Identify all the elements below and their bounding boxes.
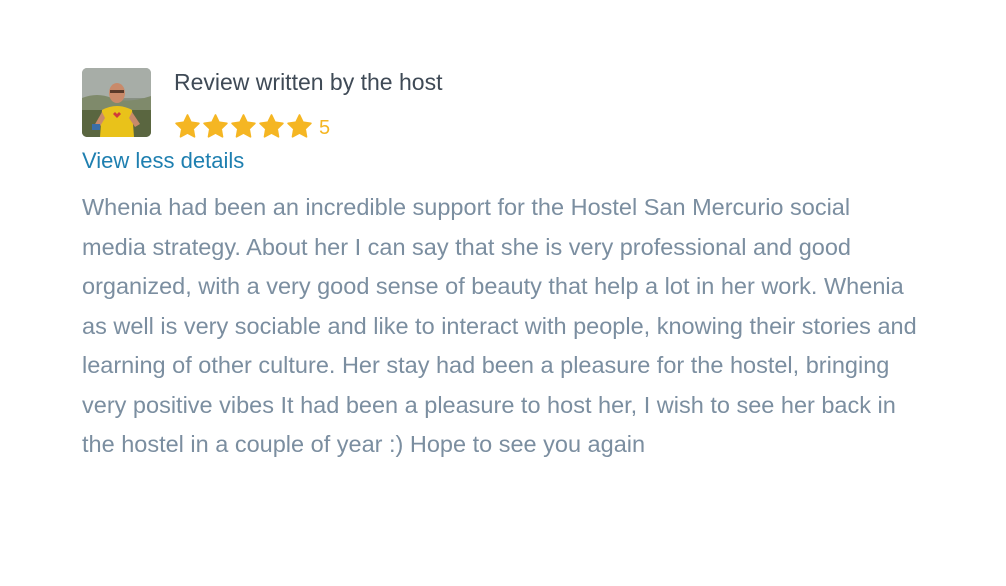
rating: 5 — [174, 113, 442, 140]
review-heading-block: Review written by the host 5 — [174, 68, 442, 140]
star-icon — [231, 114, 256, 138]
review-header: Review written by the host 5 — [82, 68, 922, 140]
star-icon — [175, 114, 200, 138]
rating-value: 5 — [319, 116, 331, 139]
star-icon — [203, 114, 228, 138]
star-icon — [259, 114, 284, 138]
star-icon — [287, 114, 312, 138]
avatar-photo — [82, 68, 151, 137]
rating-stars — [174, 113, 314, 140]
review-title: Review written by the host — [174, 69, 443, 95]
view-less-details-link[interactable]: View less details — [82, 148, 244, 174]
review-body: Whenia had been an incredible support fo… — [82, 194, 917, 457]
avatar[interactable] — [82, 68, 151, 137]
host-review: Review written by the host 5 View less d… — [82, 68, 922, 465]
